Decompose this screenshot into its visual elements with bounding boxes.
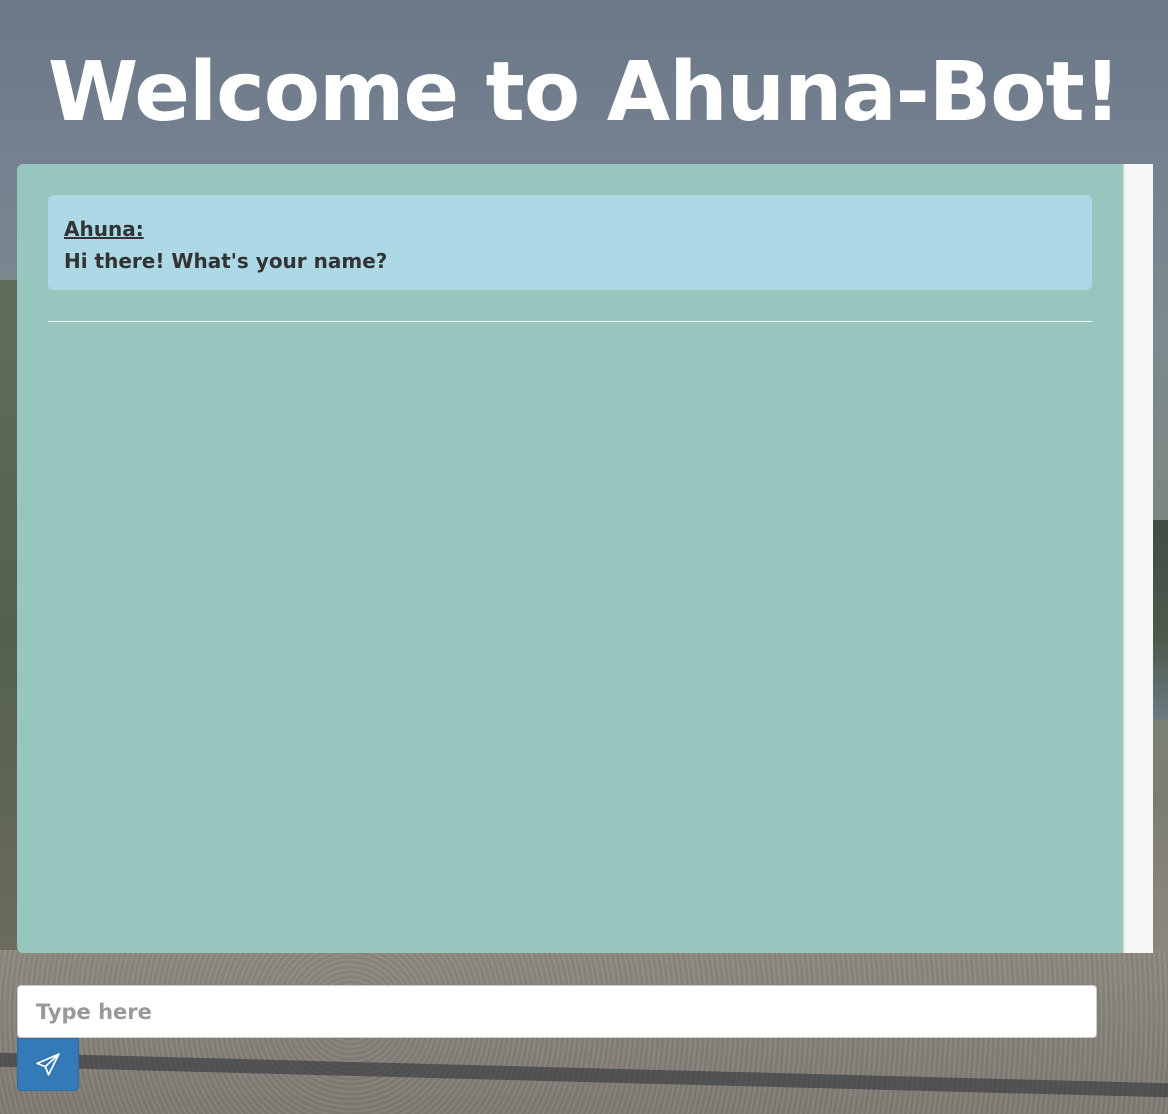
page-title: Welcome to Ahuna-Bot!: [47, 45, 1121, 140]
composer: [17, 985, 1097, 1038]
message-input[interactable]: [17, 985, 1097, 1038]
message-text: Hi there! What's your name?: [64, 249, 388, 273]
paper-plane-icon: [36, 1052, 60, 1076]
chat-scrollbar[interactable]: [1123, 164, 1153, 953]
message-sender: Ahuna:: [64, 217, 144, 241]
chat-log: Ahuna: Hi there! What's your name?: [17, 164, 1123, 953]
send-button[interactable]: [17, 1038, 79, 1091]
chat-divider: [48, 321, 1092, 322]
chat-message: Ahuna: Hi there! What's your name?: [48, 195, 1092, 290]
